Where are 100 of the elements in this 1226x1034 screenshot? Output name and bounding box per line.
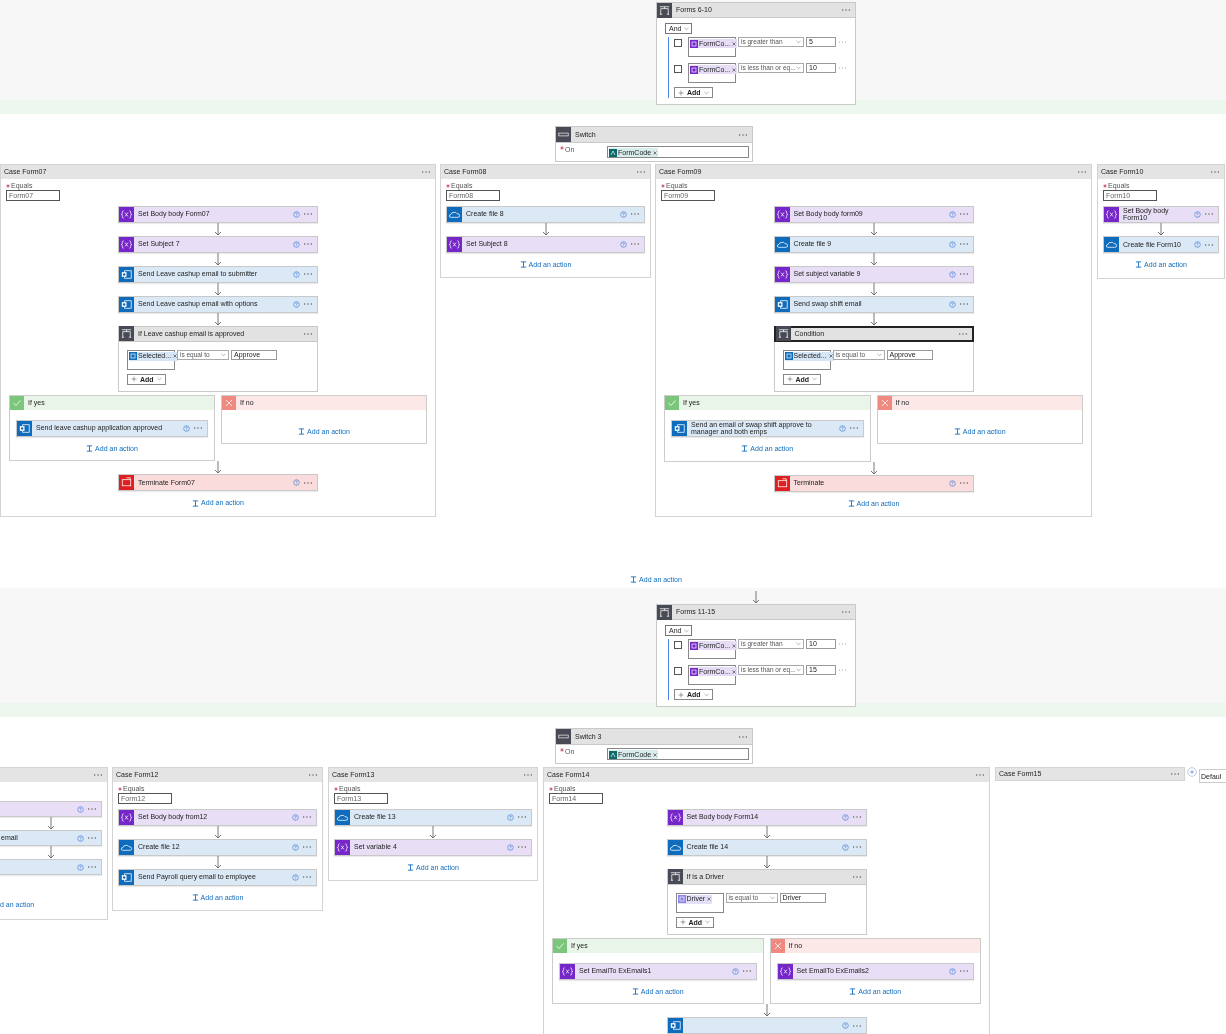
variable-icon (1104, 206, 1119, 222)
help-icon[interactable] (948, 270, 956, 278)
help-icon[interactable] (948, 240, 956, 248)
more-icon[interactable] (957, 331, 968, 336)
help-icon[interactable] (293, 300, 300, 308)
help-icon[interactable] (948, 210, 956, 218)
more-icon[interactable] (841, 8, 851, 12)
help-icon[interactable] (838, 424, 846, 432)
add-step-icon (192, 499, 200, 507)
more-icon[interactable] (738, 132, 748, 137)
more-icon[interactable] (193, 426, 203, 431)
checkbox[interactable] (674, 39, 682, 47)
arrow-connector (869, 282, 878, 296)
token-icon (609, 148, 617, 157)
more-icon[interactable] (841, 610, 851, 614)
close-icon[interactable] (707, 897, 712, 902)
more-icon[interactable] (851, 845, 862, 850)
help-icon[interactable] (620, 240, 627, 248)
more-icon[interactable] (523, 773, 533, 777)
more-icon[interactable] (738, 734, 748, 739)
more-icon[interactable] (517, 815, 527, 820)
action-card[interactable] (666, 1017, 867, 1034)
help-icon[interactable] (293, 270, 300, 278)
more-icon[interactable] (303, 480, 313, 485)
help-icon[interactable] (841, 843, 849, 851)
more-icon[interactable] (958, 212, 969, 217)
more-icon[interactable] (851, 874, 862, 879)
help-icon[interactable] (507, 843, 514, 851)
more-icon[interactable] (958, 302, 969, 307)
close-icon[interactable] (653, 150, 658, 155)
close-icon[interactable] (732, 643, 737, 648)
more-icon[interactable] (87, 807, 97, 811)
more-icon[interactable] (302, 875, 312, 880)
close-icon[interactable] (732, 41, 737, 46)
more-icon[interactable] (87, 865, 97, 869)
more-icon[interactable] (303, 302, 313, 307)
checkbox[interactable] (674, 65, 682, 73)
more-icon[interactable] (1077, 170, 1087, 174)
help-icon[interactable] (183, 424, 190, 432)
help-icon[interactable] (949, 967, 956, 975)
more-icon[interactable] (308, 773, 318, 777)
more-icon[interactable] (87, 836, 97, 840)
help-icon[interactable] (620, 210, 627, 218)
help-icon[interactable] (948, 479, 956, 487)
more-icon[interactable] (1170, 772, 1180, 776)
help-icon[interactable] (731, 967, 739, 975)
more-icon[interactable] (848, 426, 859, 431)
checkbox[interactable] (674, 667, 682, 675)
help-icon[interactable] (77, 834, 84, 842)
plus-icon (786, 376, 793, 383)
more-icon[interactable] (303, 212, 313, 217)
add-case-icon[interactable] (1187, 767, 1197, 777)
help-icon[interactable] (292, 843, 299, 851)
more-icon[interactable] (851, 1023, 862, 1028)
more-icon[interactable] (517, 845, 527, 850)
more-icon[interactable] (1204, 212, 1214, 217)
close-icon[interactable] (828, 354, 833, 359)
help-icon[interactable] (507, 813, 514, 821)
more-icon[interactable] (303, 331, 313, 336)
help-icon[interactable] (77, 863, 84, 871)
help-icon[interactable] (77, 805, 84, 813)
more-icon[interactable] (302, 815, 312, 820)
help-icon[interactable] (948, 300, 956, 308)
more-icon[interactable] (958, 242, 969, 247)
chevron-icon (796, 642, 801, 646)
help-icon[interactable] (293, 240, 300, 248)
more-icon[interactable] (958, 272, 969, 277)
more-icon[interactable] (958, 481, 969, 486)
more-icon[interactable] (851, 815, 862, 820)
help-icon[interactable] (292, 873, 299, 881)
more-icon[interactable] (1210, 170, 1220, 174)
more-icon[interactable] (1204, 242, 1214, 247)
help-icon[interactable] (1194, 241, 1201, 249)
more-icon[interactable] (93, 773, 103, 777)
more-icon[interactable] (303, 272, 313, 277)
help-icon[interactable] (293, 210, 300, 218)
help-icon[interactable] (841, 813, 849, 821)
help-icon[interactable] (292, 813, 299, 821)
variable-icon (690, 39, 698, 48)
close-icon[interactable] (732, 669, 737, 674)
more-icon[interactable] (741, 969, 752, 974)
more-icon[interactable] (630, 212, 640, 217)
more-icon[interactable] (630, 242, 640, 247)
checkbox[interactable] (674, 641, 682, 649)
help-icon[interactable] (1194, 210, 1201, 218)
more-icon[interactable] (959, 969, 969, 974)
add-step-icon (630, 576, 638, 584)
help-icon[interactable] (841, 1022, 849, 1030)
more-icon[interactable] (303, 242, 313, 247)
close-icon[interactable] (732, 67, 737, 72)
variable-icon (667, 809, 683, 825)
close-icon[interactable] (653, 752, 658, 757)
more-icon[interactable] (302, 845, 312, 850)
add-step-icon (849, 988, 857, 996)
more-icon[interactable] (636, 170, 646, 174)
terminate-icon (119, 475, 134, 491)
help-icon[interactable] (293, 479, 300, 487)
close-icon[interactable] (173, 354, 178, 359)
more-icon[interactable] (975, 773, 985, 777)
more-icon[interactable] (421, 170, 431, 174)
